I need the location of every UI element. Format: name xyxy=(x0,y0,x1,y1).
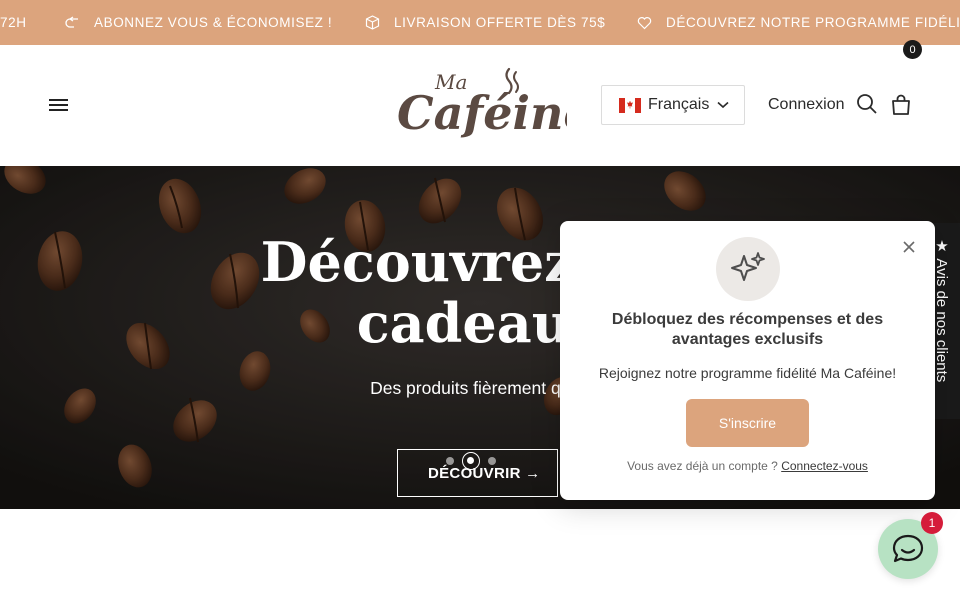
logo[interactable]: Ma Caféine xyxy=(395,63,593,149)
slider-dot[interactable] xyxy=(488,457,496,465)
language-label: Français xyxy=(648,96,710,113)
login-link[interactable]: Connexion xyxy=(768,96,845,114)
sparkles-icon xyxy=(716,237,780,301)
chat-notification-badge: 1 xyxy=(921,512,943,534)
announcement-item-partial: 72H xyxy=(0,0,27,45)
canada-flag-icon xyxy=(619,97,641,113)
signup-button[interactable]: S'inscrire xyxy=(686,399,809,447)
site-header: Ma Caféine Français Connexion xyxy=(0,45,960,166)
logo-main: Caféine xyxy=(397,86,567,140)
cart-count-badge: 0 xyxy=(903,40,922,59)
slider-dots xyxy=(446,452,496,470)
chat-bubble-icon xyxy=(892,534,924,563)
announcement-item-shipping[interactable]: LIVRAISON OFFERTE DÈS 75$ xyxy=(365,0,605,45)
popup-footer: Vous avez déjà un compte ? Connectez-vou… xyxy=(580,459,915,473)
search-icon[interactable] xyxy=(856,93,878,115)
slider-dot-active[interactable] xyxy=(462,452,480,470)
announcement-text: ABONNEZ VOUS & ÉCONOMISEZ ! xyxy=(94,15,333,30)
menu-icon[interactable] xyxy=(46,93,72,117)
loyalty-popup: Débloquez des récompenses et des avantag… xyxy=(560,221,935,500)
announcement-item-subscribe[interactable]: ABONNEZ VOUS & ÉCONOMISEZ ! xyxy=(64,0,332,45)
language-selector[interactable]: Français xyxy=(601,85,745,125)
cart-icon[interactable] xyxy=(889,93,913,117)
box-icon xyxy=(365,15,380,30)
announcement-item-loyalty[interactable]: DÉCOUVREZ NOTRE PROGRAMME FIDÉLITÉ xyxy=(637,0,960,45)
heart-icon xyxy=(637,16,652,29)
popup-footer-text: Vous avez déjà un compte ? xyxy=(627,459,778,473)
announcement-text: 72H xyxy=(0,15,27,30)
popup-text: Rejoignez notre programme fidélité Ma Ca… xyxy=(598,365,897,381)
popup-title: Débloquez des récompenses et des avantag… xyxy=(611,311,884,348)
chevron-down-icon xyxy=(717,101,729,109)
announcement-text: DÉCOUVREZ NOTRE PROGRAMME FIDÉLITÉ xyxy=(666,15,960,30)
return-arrow-icon xyxy=(65,15,78,28)
close-icon[interactable] xyxy=(900,238,918,256)
announcement-bar: 72H ABONNEZ VOUS & ÉCONOMISEZ ! LIVRAISO… xyxy=(0,0,960,45)
slider-dot[interactable] xyxy=(446,457,454,465)
login-link[interactable]: Connectez-vous xyxy=(781,459,868,473)
announcement-text: LIVRAISON OFFERTE DÈS 75$ xyxy=(394,15,606,30)
